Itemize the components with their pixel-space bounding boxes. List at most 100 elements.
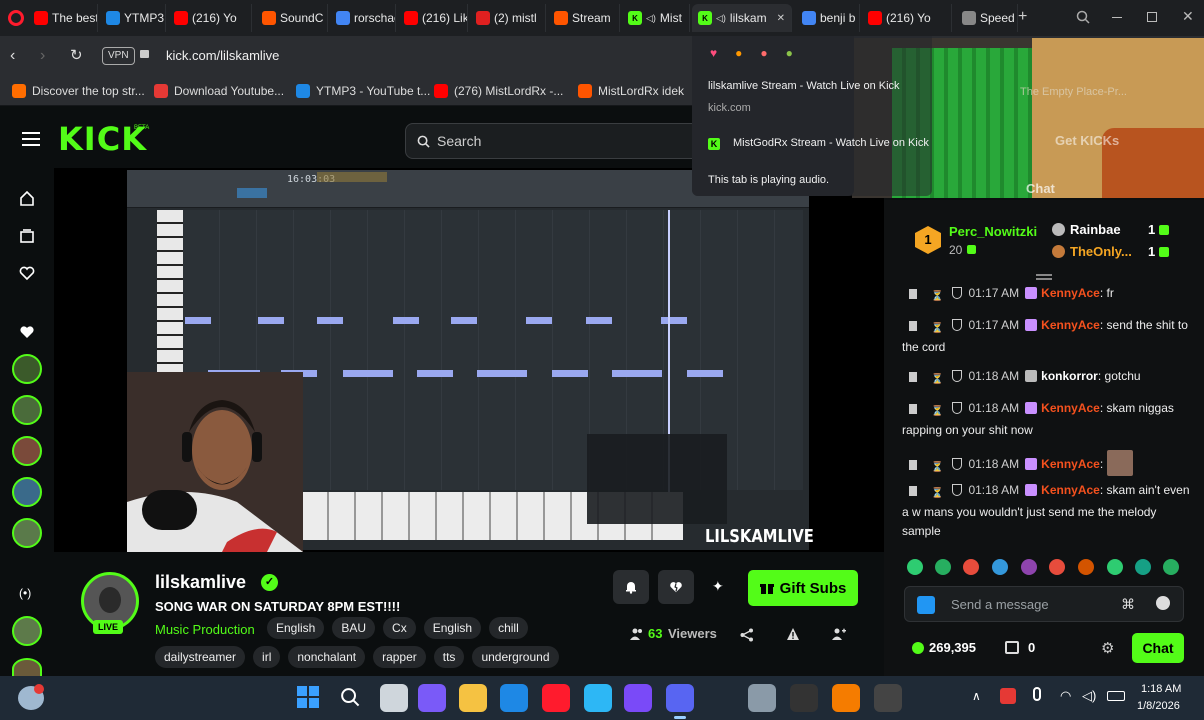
browser-tab[interactable]: rorschac [330, 4, 396, 32]
message-username[interactable]: konkorror [1041, 369, 1098, 383]
reload-button[interactable]: ↻ [70, 46, 83, 64]
command-icon[interactable]: ⌘ [1121, 596, 1135, 613]
video-player[interactable]: 16:03:03 LILSKAMLIVE [54, 168, 884, 552]
browser-tab[interactable]: (216) Yo [168, 4, 252, 32]
stream-tag[interactable]: rapper [373, 646, 426, 668]
report-warning-icon[interactable] [786, 627, 800, 641]
back-button[interactable]: ‹ [10, 47, 15, 65]
kick-pass-icon[interactable] [917, 596, 935, 614]
menu-icon[interactable] [22, 132, 40, 146]
message-username[interactable]: KennyAce [1041, 286, 1100, 300]
store-icon[interactable] [1005, 641, 1019, 654]
stream-tag[interactable]: English [423, 617, 482, 639]
unfollow-button[interactable] [658, 570, 694, 604]
stream-tag[interactable]: nonchalant [288, 646, 366, 668]
opera-icon[interactable] [542, 684, 570, 712]
new-tab-button[interactable]: + [1018, 8, 1027, 26]
stream-tag[interactable]: English [267, 617, 325, 639]
chat-message[interactable]: ⏳ 01:18 AM KennyAce: skam ain't even a w m… [902, 481, 1192, 541]
delete-message-icon[interactable] [909, 460, 917, 470]
browser-tab[interactable]: (2) mistl [470, 4, 546, 32]
rank2-username[interactable]: Rainbae [1070, 222, 1121, 237]
chat-message[interactable]: ⏳ 01:18 AM KennyAce: [902, 450, 1192, 477]
browser-tab[interactable]: The best [28, 4, 98, 32]
bookmark-item[interactable]: MistLordRx idek [578, 82, 684, 100]
browser-tab[interactable]: YTMP3 [100, 4, 166, 32]
opera-logo-icon[interactable] [8, 10, 24, 26]
leader-username[interactable]: Perc_Nowitzki [949, 224, 1037, 239]
bookmark-item[interactable]: YTMP3 - YouTube t... [296, 82, 430, 100]
followed-channel-avatar[interactable] [12, 436, 42, 466]
browser-tab[interactable]: (216) Yo [862, 4, 952, 32]
streamer-name[interactable]: lilskamlive [155, 572, 246, 593]
browser-tab[interactable]: Stream [548, 4, 620, 32]
chat-message[interactable]: ⏳ 01:18 AM konkorror: gotchu [902, 367, 1192, 389]
browser-tab[interactable]: K ◁) lilskam ✕ [692, 4, 792, 32]
battery-icon[interactable] [1107, 691, 1125, 701]
bookmark-item[interactable]: Download Youtube... [154, 82, 284, 100]
stream-tag[interactable]: Cx [383, 617, 416, 639]
emoji-icon[interactable] [1156, 596, 1170, 610]
chat-settings-gear-icon[interactable]: ⚙ [1101, 639, 1114, 657]
microphone-icon[interactable] [1033, 687, 1041, 701]
audio-playing-icon[interactable]: ◁) [716, 13, 726, 24]
stream-tag[interactable]: chill [489, 617, 528, 639]
ban-shield-icon[interactable] [952, 458, 963, 470]
delete-message-icon[interactable] [909, 486, 917, 496]
channel-avatar[interactable] [12, 616, 42, 646]
ban-shield-icon[interactable] [952, 370, 963, 382]
search-input[interactable]: Search [405, 123, 705, 159]
bookmark-item[interactable]: Discover the top str... [12, 82, 145, 100]
media-player-icon[interactable] [874, 684, 902, 712]
ban-shield-icon[interactable] [952, 402, 963, 414]
clock-time[interactable]: 1:18 AM [1141, 683, 1181, 695]
stream-tag[interactable]: irl [253, 646, 281, 668]
vpn-badge[interactable]: VPN [102, 47, 135, 65]
ban-shield-icon[interactable] [952, 319, 963, 331]
more-actions-icon[interactable] [832, 627, 846, 641]
home-icon[interactable] [19, 190, 35, 206]
leaderboard-handle[interactable] [1036, 274, 1052, 276]
stream-tag[interactable]: tts [433, 646, 465, 668]
copilot-icon[interactable] [418, 684, 446, 712]
edge-icon[interactable] [584, 684, 612, 712]
wifi-icon[interactable]: ◠ [1060, 688, 1071, 704]
category-link[interactable]: Music Production [155, 622, 255, 637]
stream-tag[interactable]: BAU [332, 617, 376, 639]
media-app-icon[interactable] [624, 684, 652, 712]
message-username[interactable]: KennyAce [1041, 457, 1100, 471]
followed-heart-icon[interactable] [19, 324, 35, 340]
send-chat-button[interactable]: Chat [1132, 633, 1184, 663]
browser-tab[interactable]: benji b [796, 4, 860, 32]
file-explorer-icon[interactable] [459, 684, 487, 712]
ban-shield-icon[interactable] [952, 484, 963, 496]
tray-chevron-icon[interactable]: ∧ [972, 689, 981, 703]
url-field[interactable]: kick.com/lilskamlive [166, 48, 279, 63]
delete-message-icon[interactable] [909, 372, 917, 382]
start-windows-icon[interactable] [297, 686, 319, 708]
following-heart-icon[interactable] [19, 265, 35, 281]
timeout-icon[interactable]: ⏳ [931, 319, 943, 338]
browser-tab[interactable]: (216) Lik [398, 4, 468, 32]
live-streams-icon[interactable]: (•) [19, 586, 31, 600]
browse-icon[interactable] [19, 228, 35, 244]
delete-message-icon[interactable] [909, 289, 917, 299]
delete-message-icon[interactable] [909, 321, 917, 331]
tab-search-icon[interactable] [1076, 10, 1090, 24]
timeout-icon[interactable]: ⏳ [931, 287, 943, 306]
delete-message-icon[interactable] [909, 404, 917, 414]
clock-date[interactable]: 1/8/2026 [1137, 700, 1180, 712]
camera-icon[interactable] [748, 684, 776, 712]
message-username[interactable]: KennyAce [1041, 318, 1100, 332]
browser-tab[interactable]: K ◁) Mist [622, 4, 690, 32]
discord-icon[interactable] [666, 684, 694, 712]
obs-icon[interactable] [790, 684, 818, 712]
timeout-icon[interactable]: ⏳ [931, 402, 943, 421]
followed-channel-avatar[interactable] [12, 477, 42, 507]
message-username[interactable]: KennyAce [1041, 401, 1100, 415]
browser-tab[interactable]: SoundC [256, 4, 328, 32]
task-view-icon[interactable] [380, 684, 408, 712]
chat-message[interactable]: ⏳ 01:18 AM KennyAce: skam niggas rapping o… [902, 399, 1192, 440]
tray-app-icon[interactable] [1000, 688, 1016, 704]
chat-message[interactable]: ⏳ 01:17 AM KennyAce: fr [902, 284, 1192, 306]
